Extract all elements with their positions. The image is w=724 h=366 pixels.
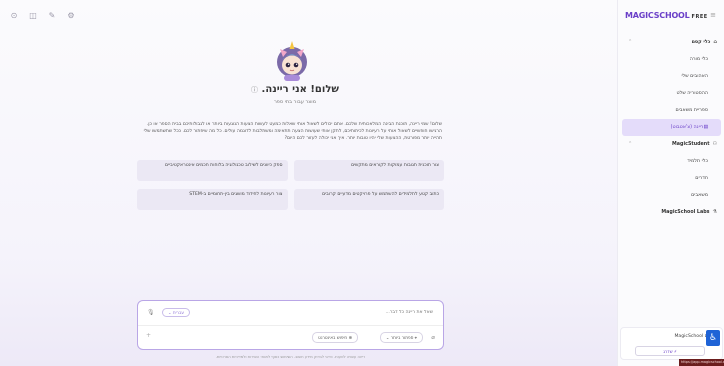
language-select[interactable]: עברית ⌄ <box>162 308 190 317</box>
suggestion-card[interactable]: כתוב קטע לתלמידים להשתמש על פרויקטים מדע… <box>293 189 444 210</box>
suggestion-card[interactable]: צור רעיונות לחידוד מושגים בין-תחומיים ב-… <box>137 189 288 210</box>
flask-icon: ⚗ <box>712 209 717 215</box>
sidebar-item-label: MagicStudent <box>672 142 710 147</box>
suggestion-card[interactable]: ספק כיוונים לשילוב טכנולוגיה בלוחות חכמי… <box>137 160 288 181</box>
sidebar-nav: ⌂כלי קסם ⌃ כלי מורה האהובים שלי ההסטוריה… <box>618 34 724 221</box>
suggestion-cards: צור תוכנית תגובות עמוקות לקוראים מתקשים … <box>137 160 444 210</box>
plan-badge: FREE <box>691 14 708 20</box>
menu-icon[interactable]: ≡ <box>710 11 716 19</box>
sidebar-item-label: ריינה (צ'אטבוט) <box>670 125 704 130</box>
sidebar-item-raina-chatbot[interactable]: ▤ריינה (צ'אטבוט) <box>622 119 721 136</box>
sidebar-item-resources[interactable]: משאבים <box>618 187 724 204</box>
bot-title: שלום! אני ריינה. ⓘ <box>240 84 350 95</box>
plus-icon[interactable]: + <box>146 332 151 339</box>
sidebar-item-label: MagicSchool Labs <box>661 210 710 215</box>
sidebar-item-rooms[interactable]: חדרים <box>618 170 724 187</box>
web-search-button[interactable]: ⊕ חיפוש באינטרנט <box>312 332 358 343</box>
settings-icon[interactable]: ⚙ <box>67 11 75 20</box>
language-label: עברית <box>172 310 184 315</box>
model-select-button[interactable]: ⌖ ספתור ביותר ⌄ <box>379 332 423 343</box>
sidebar-item-favorites[interactable]: האהובים שלי <box>618 68 724 85</box>
sidebar: MAGICSCHOOL FREE ≡ ⌂כלי קסם ⌃ כלי מורה הא… <box>617 0 724 366</box>
sidebar-section-labs[interactable]: ⚗MagicSchool Labs <box>618 204 724 221</box>
accessibility-icon[interactable]: ♿ <box>706 330 720 346</box>
info-icon[interactable]: ⓘ <box>251 86 258 94</box>
sidebar-item-student-tools[interactable]: כלי תלמיד <box>618 153 724 170</box>
sidebar-item-resource-library[interactable]: ספריית משאבים <box>618 102 724 119</box>
link-preview-url: https://app.magicschool.ai/tools/raina <box>679 359 724 366</box>
chat-composer: 🎙 עברית ⌄ + ⌀ ⌖ ספתור ביותר ⌄ ⊕ חיפוש בא… <box>137 300 444 350</box>
bookmark-icon[interactable]: ◫ <box>29 11 37 20</box>
sidebar-section-magic-tools[interactable]: ⌂כלי קסם ⌃ <box>618 34 724 51</box>
tools-icon[interactable]: ✎ <box>48 11 56 20</box>
sidebar-item-history[interactable]: ההסטוריה שלט <box>618 85 724 102</box>
chevron-up-icon[interactable]: ⌃ <box>628 136 632 153</box>
composer-divider <box>138 325 443 326</box>
bot-description: שלום! שמי ריינה, תוכנת הבינה המלאכותית ש… <box>143 122 442 141</box>
paperclip-icon[interactable]: ⌀ <box>431 334 435 341</box>
sidebar-item-label: כלי קסם <box>691 40 711 45</box>
student-icon: ⚇ <box>712 141 717 147</box>
microphone-icon[interactable]: 🎙 <box>147 309 155 316</box>
bot-subtitle: מוצר עבור בתי ספר <box>273 99 316 105</box>
home-icon: ⌂ <box>713 39 717 45</box>
model-label: ספתור ביותר <box>390 335 414 340</box>
chat-input[interactable] <box>173 310 433 315</box>
search-label: חיפוש באינטרנט <box>318 335 348 340</box>
chevron-up-icon[interactable]: ⌃ <box>628 34 632 51</box>
chat-icon: ▤ <box>703 125 708 130</box>
sidebar-item-teacher-tools[interactable]: כלי מורה <box>618 51 724 68</box>
disclaimer-text: ריינה עשויה לטעות. כדאי לבדוק מידע חשוב.… <box>215 354 366 359</box>
top-toolbar: ⊙ ◫ ✎ ⚙ <box>10 11 75 20</box>
sidebar-section-magicstudent[interactable]: ⚇MagicStudent ⌃ <box>618 136 724 153</box>
upgrade-button[interactable]: שדרג ⚡ <box>635 346 705 356</box>
brand-logo[interactable]: MAGICSCHOOL FREE <box>625 11 708 20</box>
bot-name: שלום! אני ריינה. <box>261 84 339 95</box>
help-icon[interactable]: ⊙ <box>10 11 18 20</box>
suggestion-card[interactable]: צור תוכנית תגובות עמוקות לקוראים מתקשים <box>293 160 444 181</box>
chat-main: ⊙ ◫ ✎ ⚙ שלום! אני ריינה. ⓘ מוצר עבור בתי… <box>0 0 617 366</box>
raina-avatar <box>277 41 307 81</box>
brand-name: MAGICSCHOOL <box>625 11 690 20</box>
